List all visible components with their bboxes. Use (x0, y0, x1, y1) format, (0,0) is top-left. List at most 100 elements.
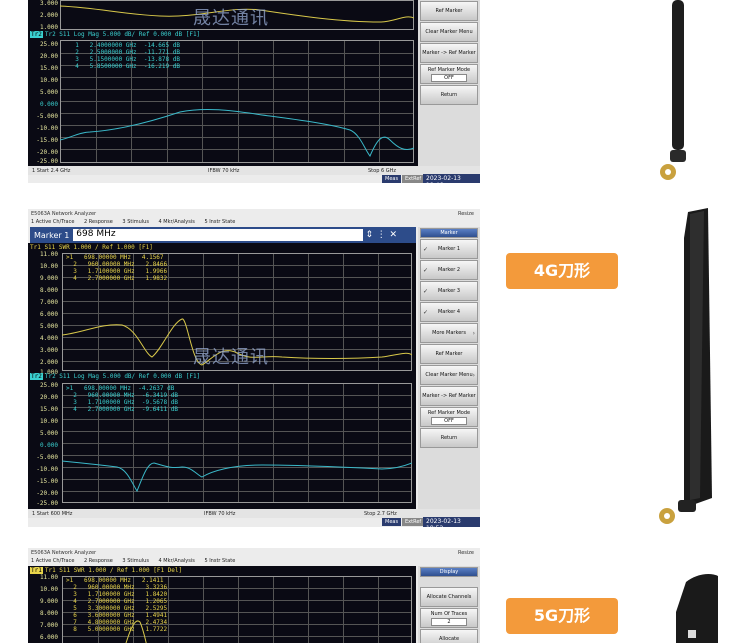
tick-label: 15.00 (39, 406, 58, 413)
tick-label: 7.000 (39, 622, 58, 629)
menu-instr-state[interactable]: 5 Instr State (204, 219, 235, 225)
antenna-blade-image (659, 208, 712, 524)
softkey-marker-2[interactable]: ✓ Marker 2 (420, 260, 478, 280)
softkey-return[interactable]: Return (420, 85, 478, 105)
close-icon[interactable]: ✕ (387, 230, 399, 240)
tick-label: 11.00 (39, 251, 58, 258)
softkey-marker-to-ref[interactable]: Marker -> Ref Marker (420, 386, 478, 406)
ref-mode-value: OFF (431, 73, 467, 82)
tick-label: -20.00 (36, 490, 58, 497)
badge-4g-blade: 4G刀形 (506, 253, 618, 289)
tr2-s11-trace (62, 460, 412, 493)
softkey-marker-3[interactable]: ✓ Marker 3 (420, 281, 478, 301)
trace-header-s11: Tr2 Tr2 S11 Log Mag 5.000 dB/ Ref 0.000 d… (30, 31, 201, 38)
softkey-allocate[interactable]: Allocate (420, 629, 478, 643)
stop-freq: Stop 2.7 GHz (364, 511, 397, 517)
extref-indicator: ExtRef (402, 175, 425, 183)
check-icon: ✓ (423, 288, 429, 295)
softkey-more-markers[interactable]: More Markers › (420, 323, 478, 343)
softkey-allocate-channels[interactable]: Allocate Channels (420, 587, 478, 607)
analyzer-panel-1: 3.000 2.000 1.000 晟达通讯 Tr2 Tr2 S11 Log Ma… (28, 0, 480, 183)
spin-up-down-icon[interactable]: ⇕ (363, 230, 375, 240)
trace-header-tr1: Tr1 S11 SWR 1.000 / Ref 1.000 [F1] (30, 244, 153, 251)
menu-stimulus[interactable]: 3 Stimulus (122, 219, 149, 225)
tick-label: -25.00 (36, 500, 58, 507)
softkey-clear-marker-menu[interactable]: Clear Marker Menu › (420, 365, 478, 385)
tick-label: 6.000 (39, 311, 58, 318)
start-freq: 1 Start 600 MHz (32, 511, 73, 517)
ifbw: IFBW 70 kHz (208, 168, 240, 174)
softkey-ref-marker-mode[interactable]: Ref Marker Mode OFF (420, 407, 478, 427)
softkey-panel-3: Display Allocate Channels Num Of Traces 2… (418, 566, 480, 643)
menu-response[interactable]: 2 Response (84, 558, 113, 564)
softkey-ref-marker[interactable]: Ref Marker (420, 1, 478, 21)
tick-label: -15.00 (36, 137, 58, 144)
watermark-text: 晟达通讯 (193, 347, 269, 368)
tick-label: -10.00 (36, 466, 58, 473)
tick-label: 11.00 (39, 574, 58, 581)
marker-entry-field[interactable]: 698 MHz (73, 229, 364, 241)
tick-label: 10.00 (39, 263, 58, 270)
tick-label: -15.00 (36, 478, 58, 485)
softkey-marker-4[interactable]: ✓ Marker 4 (420, 302, 478, 322)
tick-label: 5.000 (39, 323, 58, 330)
antenna-straight-image (660, 0, 686, 180)
menu-active-ch[interactable]: 1 Active Ch/Trace (31, 219, 74, 225)
tick-label: 25.00 (39, 382, 58, 389)
menu-instr-state[interactable]: 5 Instr State (204, 558, 235, 564)
tick-label: -10.00 (36, 125, 58, 132)
softkey-num-of-traces[interactable]: Num Of Traces 2 (420, 608, 478, 628)
s11-trace-line (60, 108, 414, 157)
tick-label: 5.000 (39, 430, 58, 437)
softkey-marker-to-ref[interactable]: Marker -> Ref Marker (420, 43, 478, 63)
menu-response[interactable]: 2 Response (84, 219, 113, 225)
menu-active-ch[interactable]: 1 Active Ch/Trace (31, 558, 74, 564)
menu-mkr-analysis[interactable]: 4 Mkr/Analysis (159, 219, 195, 225)
softkey-return[interactable]: Return (420, 428, 478, 448)
softkey-marker-header: Marker (420, 228, 478, 238)
menu-mkr-analysis[interactable]: 4 Mkr/Analysis (159, 558, 195, 564)
menu-stimulus[interactable]: 3 Stimulus (122, 558, 149, 564)
ifbw: IFBW 70 kHz (204, 511, 236, 517)
chevron-right-icon: › (472, 330, 475, 337)
chevron-right-icon: › (472, 372, 475, 379)
softkey-marker-1[interactable]: ✓ Marker 1 (420, 239, 478, 259)
stop-freq: Stop 6 GHz (368, 168, 396, 174)
meas-indicator: Meas (382, 175, 402, 183)
softkey-ref-marker[interactable]: Ref Marker (420, 344, 478, 364)
tick-label: 25.00 (39, 41, 58, 48)
dropdown-icon[interactable]: ⋮ (375, 230, 387, 240)
softkey-clear-marker-menu[interactable]: Clear Marker Menu (420, 22, 478, 42)
tick-label: 15.00 (39, 65, 58, 72)
tick-label: 20.00 (39, 394, 58, 401)
menu-bar: 1 Active Ch/Trace 2 Response 3 Stimulus … (28, 557, 480, 565)
ref-mode-value: OFF (431, 416, 467, 425)
tick-label: 2.000 (39, 359, 58, 366)
status-bar-2: 1 Start 600 MHz IFBW 70 kHz Stop 2.7 GHz (28, 509, 480, 518)
status-bar-1: 1 Start 2.4 GHz IFBW 70 kHz Stop 6 GHz (28, 166, 480, 175)
softkey-ref-marker-mode[interactable]: Ref Marker Mode OFF (420, 64, 478, 84)
tick-label: 1.000 (39, 24, 58, 31)
check-icon: ✓ (423, 267, 429, 274)
window-title-bar: E5063A Network Analyzer Resize (31, 211, 474, 217)
plot-area-1: 3.000 2.000 1.000 晟达通讯 Tr2 Tr2 S11 Log Ma… (28, 0, 418, 166)
tick-label: -5.000 (36, 113, 58, 120)
tick-label: -5.000 (36, 454, 58, 461)
tick-label: 8.000 (39, 287, 58, 294)
softkey-panel-1: Ref Marker Clear Marker Menu Marker -> R… (418, 0, 480, 166)
tick-label: 10.00 (39, 77, 58, 84)
tick-label: 9.000 (39, 275, 58, 282)
tick-label: 8.000 (39, 610, 58, 617)
tick-label: 5.000 (39, 89, 58, 96)
plot-area-2: Tr1 S11 SWR 1.000 / Ref 1.000 [F1] >1 69… (28, 243, 416, 509)
antenna-5g-image (676, 574, 718, 643)
num-traces-value: 2 (431, 617, 467, 626)
trace-header-tr1: Tr1 Tr1 S11 SWR 1.000 / Ref 1.000 [F1 Del… (30, 567, 183, 574)
extref-indicator: ExtRef (402, 518, 425, 526)
tick-label: 10.00 (39, 586, 58, 593)
resize-button[interactable]: Resize (458, 211, 474, 217)
window-title-bar: E5063A Network Analyzer Resize (31, 550, 474, 556)
menu-bar: 1 Active Ch/Trace 2 Response 3 Stimulus … (28, 218, 480, 226)
resize-button[interactable]: Resize (458, 550, 474, 556)
check-icon: ✓ (423, 309, 429, 316)
